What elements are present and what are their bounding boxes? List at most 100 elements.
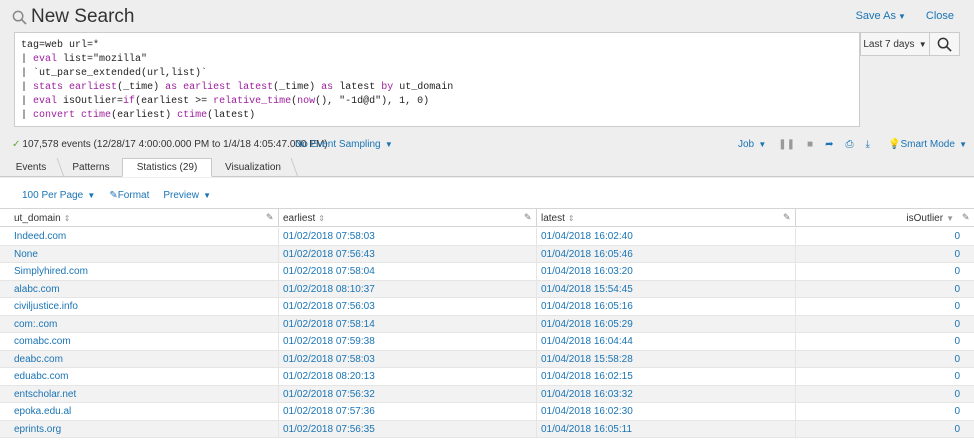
- cell-earliest[interactable]: 01/02/2018 07:58:14: [283, 319, 375, 330]
- format-button[interactable]: ✎Format: [109, 190, 149, 201]
- cell-isoutlier[interactable]: 0: [954, 284, 960, 295]
- cell-isoutlier[interactable]: 0: [954, 266, 960, 277]
- cell-ut-domain[interactable]: deabc.com: [14, 354, 63, 365]
- pencil-icon[interactable]: ✎: [266, 212, 276, 222]
- cell-latest[interactable]: 01/04/2018 16:05:46: [541, 249, 633, 260]
- cell-ut-domain[interactable]: alabc.com: [14, 284, 60, 295]
- chevron-down-icon: ▼: [916, 39, 927, 49]
- cell-isoutlier[interactable]: 0: [954, 389, 960, 400]
- job-menu[interactable]: Job ▼: [738, 139, 766, 150]
- cell-ut-domain[interactable]: com:.com: [14, 319, 57, 330]
- cell-latest[interactable]: 01/04/2018 16:03:20: [541, 266, 633, 277]
- cell-isoutlier[interactable]: 0: [954, 231, 960, 242]
- query-token: (earliest >=: [135, 96, 214, 107]
- cell-latest[interactable]: 01/04/2018 16:03:32: [541, 389, 633, 400]
- cell-isoutlier[interactable]: 0: [954, 301, 960, 312]
- pencil-icon[interactable]: ✎: [783, 212, 793, 222]
- column-divider: [795, 420, 796, 438]
- share-icon[interactable]: ➦: [825, 139, 833, 150]
- preview-dropdown[interactable]: Preview ▼: [163, 190, 211, 201]
- cell-ut-domain[interactable]: eduabc.com: [14, 371, 68, 382]
- pencil-icon[interactable]: ✎: [524, 212, 534, 222]
- results-tabs: Events Patterns Statistics (29) Visualiz…: [0, 158, 974, 177]
- tab-statistics[interactable]: Statistics (29): [122, 158, 212, 177]
- cell-isoutlier[interactable]: 0: [954, 424, 960, 435]
- tab-patterns[interactable]: Patterns: [62, 158, 120, 177]
- cell-latest[interactable]: 01/04/2018 16:05:16: [541, 301, 633, 312]
- cell-isoutlier[interactable]: 0: [954, 336, 960, 347]
- column-header-label: earliest: [283, 212, 316, 224]
- cell-earliest[interactable]: 01/02/2018 07:56:32: [283, 389, 375, 400]
- cell-earliest[interactable]: 01/02/2018 07:56:03: [283, 301, 375, 312]
- column-header-isoutlier[interactable]: isOutlier ▼: [906, 209, 954, 227]
- query-token: |: [21, 54, 34, 65]
- column-divider: [278, 368, 279, 386]
- cell-isoutlier[interactable]: 0: [954, 406, 960, 417]
- query-line: | `ut_parse_extended(url,list)`: [21, 67, 853, 81]
- column-divider: [536, 315, 537, 333]
- cell-ut-domain[interactable]: eprints.org: [14, 424, 61, 435]
- cell-latest[interactable]: 01/04/2018 16:02:30: [541, 406, 633, 417]
- cell-latest[interactable]: 01/04/2018 16:05:11: [541, 424, 632, 435]
- cell-isoutlier[interactable]: 0: [954, 354, 960, 365]
- cell-ut-domain[interactable]: Indeed.com: [14, 231, 66, 242]
- close-button[interactable]: Close: [926, 10, 954, 22]
- top-bar: New Search Save As ▼ Close: [0, 0, 974, 32]
- search-button[interactable]: [929, 32, 960, 56]
- table-row: Indeed.com 01/02/2018 07:58:03 01/04/2018 …: [0, 228, 974, 246]
- checkmark-icon: ✓: [12, 139, 21, 150]
- cell-earliest[interactable]: 01/02/2018 07:56:43: [283, 249, 375, 260]
- save-as-button[interactable]: Save As ▼: [856, 10, 906, 22]
- cell-latest[interactable]: 01/04/2018 16:02:15: [541, 371, 633, 382]
- column-divider: [795, 245, 796, 263]
- column-header-latest[interactable]: latest ⇕: [541, 209, 575, 227]
- tab-events[interactable]: Events: [4, 158, 58, 177]
- cell-earliest[interactable]: 01/02/2018 07:57:36: [283, 406, 375, 417]
- cell-ut-domain[interactable]: comabc.com: [14, 336, 71, 347]
- column-divider: [278, 298, 279, 316]
- cell-earliest[interactable]: 01/02/2018 07:58:04: [283, 266, 375, 277]
- cell-ut-domain[interactable]: None: [14, 249, 38, 260]
- query-token: (latest): [207, 110, 256, 121]
- cell-latest[interactable]: 01/04/2018 15:54:45: [541, 284, 633, 295]
- table-row: Simplyhired.com 01/02/2018 07:58:04 01/04/…: [0, 263, 974, 281]
- query-token: latest: [237, 82, 274, 93]
- pencil-icon: ✎: [109, 190, 118, 201]
- cell-latest[interactable]: 01/04/2018 16:02:40: [541, 231, 633, 242]
- cell-earliest[interactable]: 01/02/2018 08:20:13: [283, 371, 375, 382]
- stop-icon[interactable]: ■: [807, 139, 813, 150]
- event-sampling-dropdown[interactable]: No Event Sampling ▼: [295, 139, 393, 150]
- column-divider: [536, 263, 537, 281]
- cell-isoutlier[interactable]: 0: [954, 371, 960, 382]
- cell-earliest[interactable]: 01/02/2018 07:59:38: [283, 336, 375, 347]
- cell-isoutlier[interactable]: 0: [954, 319, 960, 330]
- time-range-picker[interactable]: Last 7 days ▼: [860, 32, 930, 56]
- cell-earliest[interactable]: 01/02/2018 07:58:03: [283, 354, 375, 365]
- per-page-dropdown[interactable]: 100 Per Page ▼: [22, 190, 95, 201]
- cell-ut-domain[interactable]: entscholar.net: [14, 389, 76, 400]
- search-mode-dropdown[interactable]: 💡Smart Mode ▼: [888, 139, 967, 150]
- cell-latest[interactable]: 01/04/2018 16:05:29: [541, 319, 633, 330]
- print-icon[interactable]: ⎙: [845, 139, 853, 150]
- sort-icon: ⇕: [63, 213, 71, 223]
- column-divider: [795, 333, 796, 351]
- event-count-status: ✓ 107,578 events (12/28/17 4:00:00.000 PM…: [12, 139, 328, 150]
- cell-ut-domain[interactable]: Simplyhired.com: [14, 266, 88, 277]
- cell-isoutlier[interactable]: 0: [954, 249, 960, 260]
- export-icon[interactable]: ⤓: [865, 139, 869, 150]
- cell-earliest[interactable]: 01/02/2018 08:10:37: [283, 284, 375, 295]
- column-header-earliest[interactable]: earliest ⇕: [283, 209, 325, 227]
- query-token: ctime: [81, 110, 112, 121]
- cell-latest[interactable]: 01/04/2018 16:04:44: [541, 336, 633, 347]
- cell-ut-domain[interactable]: epoka.edu.al: [14, 406, 71, 417]
- search-query-editor[interactable]: tag=web url=* | eval list="mozilla" | `ut_…: [14, 32, 860, 127]
- cell-latest[interactable]: 01/04/2018 15:58:28: [541, 354, 633, 365]
- column-header-ut-domain[interactable]: ut_domain ⇕: [14, 209, 70, 227]
- pencil-icon[interactable]: ✎: [962, 212, 972, 222]
- cell-earliest[interactable]: 01/02/2018 07:58:03: [283, 231, 375, 242]
- sort-desc-icon: ▼: [946, 213, 954, 223]
- cell-earliest[interactable]: 01/02/2018 07:56:35: [283, 424, 375, 435]
- tab-visualization[interactable]: Visualization: [214, 158, 292, 177]
- pause-icon[interactable]: ❚❚: [778, 139, 795, 150]
- cell-ut-domain[interactable]: civiljustice.info: [14, 301, 78, 312]
